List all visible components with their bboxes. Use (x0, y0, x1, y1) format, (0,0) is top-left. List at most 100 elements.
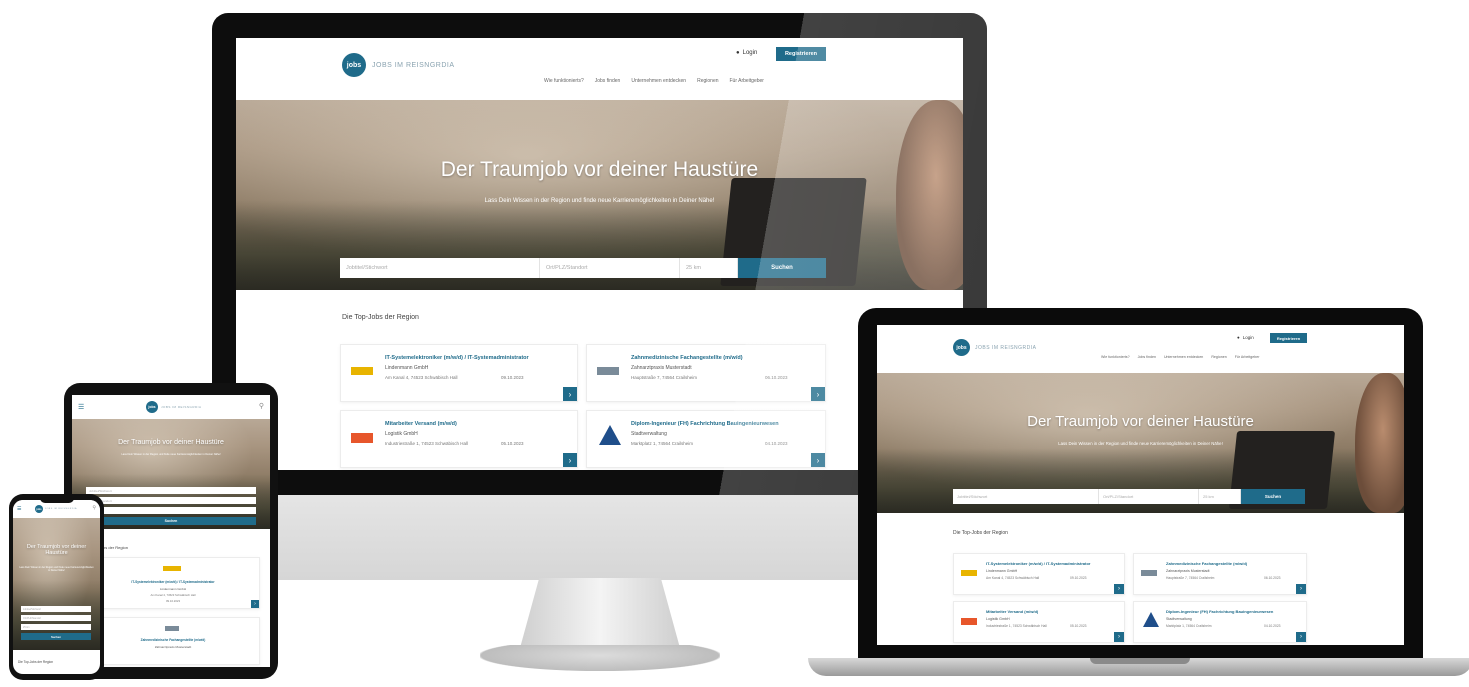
keyword-input[interactable]: Jobtitel/Stichwort (953, 489, 1099, 504)
site-logo[interactable]: jobs JOBS IM REISNGRDIA (35, 505, 77, 513)
job-date: 09.10.2023 (166, 599, 180, 603)
job-card[interactable]: IT-Systemelektroniker (m/w/d) / IT-Syste… (340, 344, 578, 402)
nav-item-employers[interactable]: Für Arbeitgeber (730, 78, 764, 84)
main-nav: Wie funktionierts? Jobs finden Unternehm… (544, 78, 764, 84)
search-icon[interactable]: ⚲ (92, 505, 96, 511)
site-logo[interactable]: jobs JOBS IM REISNGRDIA (342, 53, 455, 77)
job-title[interactable]: Zahnmedizinische Fachangestellte (m/w/d) (631, 355, 816, 361)
job-card[interactable]: Zahnmedizinische Fachangestellte (m/w/d)… (1133, 553, 1307, 595)
hero-subtitle: Lass Dein Wissen in der Region und finde… (19, 566, 94, 572)
login-label: Login (1242, 335, 1254, 340)
radius-select[interactable]: 25 km (1199, 489, 1241, 504)
keyword-input[interactable]: Jobtitel/Stichwort (21, 606, 91, 612)
location-placeholder: Ort/PLZ/Standort (23, 616, 42, 620)
job-title[interactable]: IT-Systemelektroniker (m/w/d) / IT-Syste… (385, 355, 570, 361)
nav-item-regions[interactable]: Regionen (1211, 355, 1226, 359)
section-title: Die Top-Jobs der Region (953, 530, 1008, 536)
hero-banner: Der Traumjob vor deiner Haustüre Lass De… (236, 100, 963, 290)
logo-text: JOBS IM REISNGRDIA (372, 61, 455, 69)
chevron-right-icon[interactable]: › (1114, 584, 1124, 594)
search-button[interactable]: Suchen (86, 517, 256, 525)
search-button[interactable]: Suchen (21, 633, 91, 640)
job-card[interactable]: IT-Systemelektroniker (m/w/d) / IT-Syste… (953, 553, 1125, 595)
radius-select[interactable]: 25 km (86, 507, 256, 514)
logo-text: JOBS IM REISNGRDIA (45, 508, 77, 510)
menu-icon[interactable]: ☰ (78, 403, 84, 411)
location-input[interactable]: Ort/PLZ/Standort (540, 258, 680, 278)
register-button[interactable]: Registrieren (776, 47, 826, 61)
site-header: jobs JOBS IM REISNGRDIA ● Login Registri… (877, 325, 1404, 373)
keyword-placeholder: Jobtitel/Stichwort (23, 607, 42, 611)
company-logo (351, 433, 373, 443)
search-button[interactable]: Suchen (1241, 489, 1305, 504)
logo-badge: jobs (342, 53, 366, 77)
menu-icon[interactable]: ☰ (17, 506, 21, 512)
job-card[interactable]: Mitarbeiter Versand (m/w/d) Logistik Gmb… (340, 410, 578, 468)
login-link[interactable]: ● Login (736, 50, 757, 56)
job-card[interactable]: Diplom-Ingenieur (FH) Fachrichtung Bauin… (1133, 601, 1307, 643)
company-logo (163, 566, 181, 571)
chevron-right-icon[interactable]: › (1296, 584, 1306, 594)
logo-badge: jobs (35, 505, 43, 513)
nav-item-regions[interactable]: Regionen (697, 78, 718, 84)
job-title[interactable]: Zahnmedizinische Fachangestellte (m/w/d) (93, 638, 253, 642)
chevron-right-icon[interactable]: › (1114, 632, 1124, 642)
radius-select[interactable]: 25 km (21, 624, 91, 630)
hero-title: Der Traumjob vor deiner Haustüre (1027, 413, 1254, 430)
location-input[interactable]: Ort/PLZ/Standort (21, 615, 91, 621)
job-title[interactable]: Mitarbeiter Versand (m/w/d) (385, 421, 570, 427)
radius-select[interactable]: 25 km (680, 258, 738, 278)
chevron-right-icon[interactable]: › (563, 453, 577, 467)
hero-title: Der Traumjob vor deiner Haustüre (26, 544, 87, 556)
chevron-right-icon[interactable]: › (1296, 632, 1306, 642)
radius-value: 25 km (23, 625, 30, 629)
logo-badge: jobs (146, 401, 158, 413)
job-title[interactable]: Diplom-Ingenieur (FH) Fachrichtung Bauin… (631, 421, 816, 427)
laptop-site: jobs JOBS IM REISNGRDIA ● Login Registri… (877, 325, 1404, 645)
nav-item-employers[interactable]: Für Arbeitgeber (1235, 355, 1260, 359)
site-logo[interactable]: jobs JOBS IM REISNGRDIA (953, 339, 1037, 356)
nav-item-how[interactable]: Wie funktionierts? (1101, 355, 1130, 359)
job-date: 06.10.2023 (765, 375, 788, 380)
job-title[interactable]: Diplom-Ingenieur (FH) Fachrichtung Bauin… (1166, 609, 1296, 614)
job-title[interactable]: IT-Systemelektroniker (m/w/d) / IT-Syste… (93, 580, 253, 584)
chevron-right-icon[interactable]: › (811, 387, 825, 401)
chevron-right-icon[interactable]: › (811, 453, 825, 467)
search-icon[interactable]: ⚲ (259, 402, 264, 410)
job-location: Hauptstraße 7, 74564 Crailsheim (631, 375, 698, 380)
job-card[interactable]: Zahnmedizinische Fachangestellte (m/w/d)… (586, 344, 826, 402)
job-card[interactable]: Zahnmedizinische Fachangestellte (m/w/d)… (84, 617, 260, 665)
company-logo (961, 618, 977, 625)
nav-item-companies[interactable]: Unternehmen entdecken (631, 78, 686, 84)
job-card[interactable]: Mitarbeiter Versand (m/w/d) Logistik Gmb… (953, 601, 1125, 643)
company-logo (597, 367, 619, 375)
job-card[interactable]: Diplom-Ingenieur (FH) Fachrichtung Bauin… (586, 410, 826, 468)
nav-item-jobs[interactable]: Jobs finden (595, 78, 621, 84)
hero-title: Der Traumjob vor deiner Haustüre (440, 158, 759, 181)
logo-badge: jobs (953, 339, 970, 356)
job-company: Zahnarztpraxis Musterstadt (154, 645, 192, 649)
chevron-right-icon[interactable]: › (251, 600, 259, 608)
phone-site: ☰ jobs JOBS IM REISNGRDIA ⚲ Der Traumjob… (13, 500, 100, 674)
job-card[interactable]: IT-Systemelektroniker (m/w/d) / IT-Syste… (84, 557, 260, 609)
keyword-input[interactable]: Jobtitel/Stichwort (86, 487, 256, 494)
job-company: Lindenmann GmbH (986, 569, 1018, 573)
search-button[interactable]: Suchen (738, 258, 826, 278)
register-button[interactable]: Registrieren (1270, 333, 1307, 343)
job-location: Industriestraße 1, 74523 Schwäbisch Hall (986, 624, 1047, 628)
location-input[interactable]: Ort/PLZ/Standort (1099, 489, 1199, 504)
chevron-right-icon[interactable]: › (563, 387, 577, 401)
imac-stand-foot (480, 645, 720, 671)
company-logo (1141, 570, 1157, 576)
nav-item-how[interactable]: Wie funktionierts? (544, 78, 584, 84)
keyword-input[interactable]: Jobtitel/Stichwort (340, 258, 540, 278)
location-input[interactable]: Ort/PLZ/Standort (86, 497, 256, 504)
nav-item-jobs[interactable]: Jobs finden (1138, 355, 1156, 359)
nav-item-companies[interactable]: Unternehmen entdecken (1164, 355, 1203, 359)
job-title[interactable]: Zahnmedizinische Fachangestellte (m/w/d) (1166, 561, 1296, 566)
job-title[interactable]: IT-Systemelektroniker (m/w/d) / IT-Syste… (986, 561, 1116, 566)
job-title[interactable]: Mitarbeiter Versand (m/w/d) (986, 609, 1116, 614)
site-logo[interactable]: jobs JOBS IM REISNGRDIA (146, 401, 202, 413)
job-location: Am Kanal 4, 74523 Schwäbisch Hall (986, 576, 1040, 580)
login-link[interactable]: ● Login (1237, 335, 1254, 340)
